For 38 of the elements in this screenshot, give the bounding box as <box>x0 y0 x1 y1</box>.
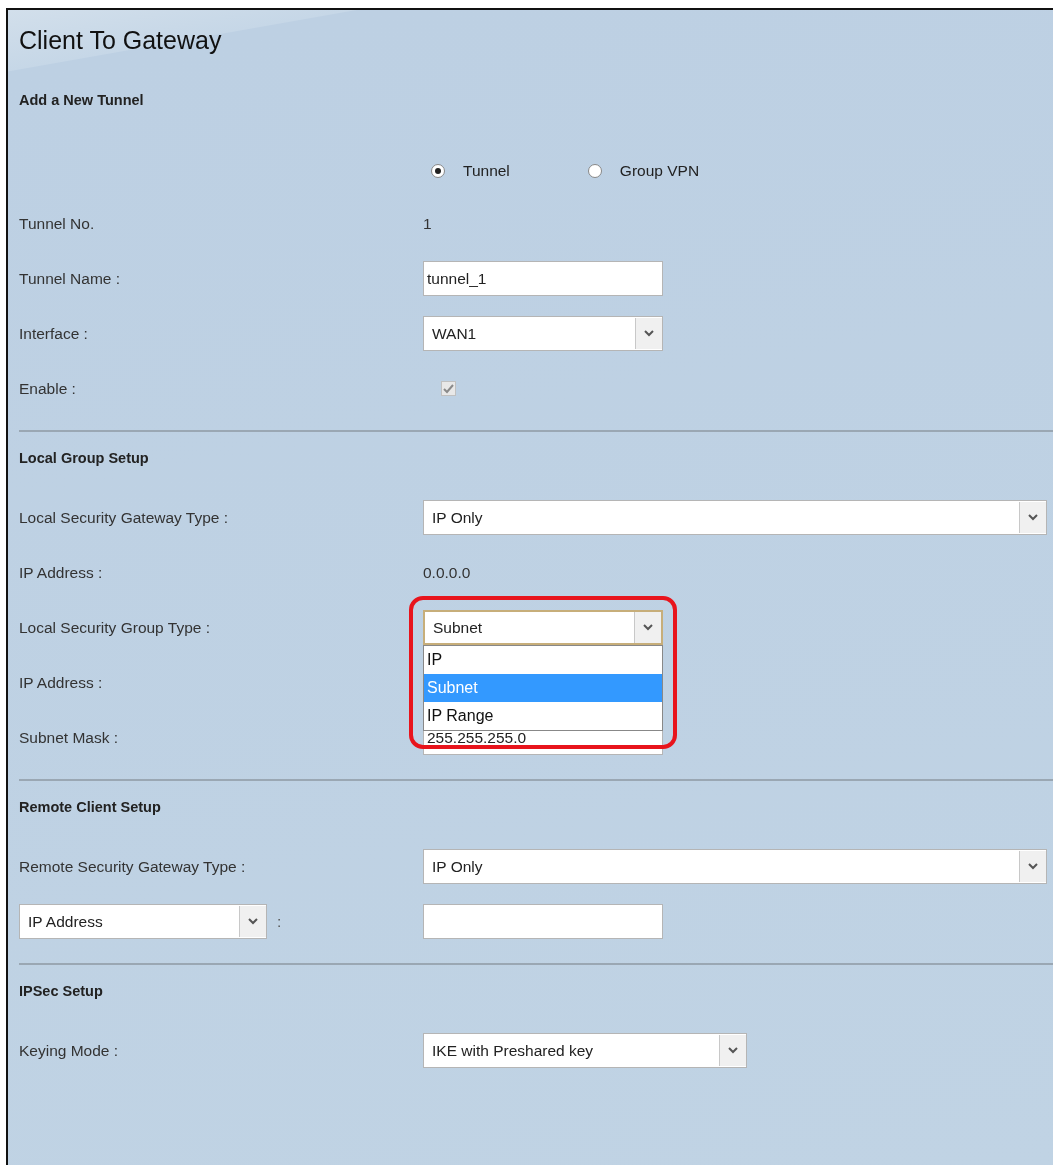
dropdown[interactable]: IP Only <box>423 849 1047 884</box>
dropdown[interactable]: WAN1 <box>423 316 663 351</box>
field-label: Tunnel No. <box>19 214 95 233</box>
section-heading: Local Group Setup <box>18 449 150 468</box>
dropdown[interactable]: IKE with Preshared key <box>423 1033 747 1068</box>
radio-label: Group VPN <box>619 162 700 180</box>
input-field[interactable] <box>423 904 663 939</box>
dropdown[interactable]: IP Only <box>423 500 1047 535</box>
field-label: Keying Mode : <box>19 1041 119 1060</box>
caret-icon <box>644 330 654 337</box>
dropdown-option[interactable]: IP <box>424 646 662 674</box>
field-label: Interface : <box>19 324 88 343</box>
section-heading: IPSec Setup <box>18 982 104 1001</box>
field-label: IP Address : <box>19 563 103 582</box>
radio-button[interactable] <box>587 164 602 178</box>
field-label: Local Security Group Type : <box>19 618 210 637</box>
field-label: Local Security Gateway Type : <box>19 508 229 527</box>
field-label: Subnet Mask : <box>19 728 119 747</box>
field-label: IP Address : <box>19 673 103 692</box>
radio-label: Tunnel <box>463 162 510 180</box>
caret-icon <box>643 624 653 631</box>
caret-icon <box>1028 863 1038 870</box>
field-label: Remote Security Gateway Type : <box>19 857 246 876</box>
caret-icon <box>728 1047 738 1054</box>
field-value: 1 <box>423 214 432 233</box>
dropdown[interactable]: IP Address <box>19 904 267 939</box>
section-heading: Add a New Tunnel <box>18 91 145 110</box>
input-field[interactable]: tunnel_1 <box>423 261 663 296</box>
section-heading: Remote Client Setup <box>18 798 162 817</box>
page-title: Client To Gateway <box>18 25 223 56</box>
dropdown[interactable]: Subnet <box>423 610 663 645</box>
radio-button[interactable] <box>431 164 445 178</box>
field-label: Tunnel Name : <box>19 269 121 288</box>
separator-colon: : <box>277 912 282 931</box>
caret-icon <box>1028 514 1038 521</box>
field-value: 0.0.0.0 <box>423 563 471 582</box>
field-label: Enable : <box>19 379 76 398</box>
caret-icon <box>248 918 258 925</box>
